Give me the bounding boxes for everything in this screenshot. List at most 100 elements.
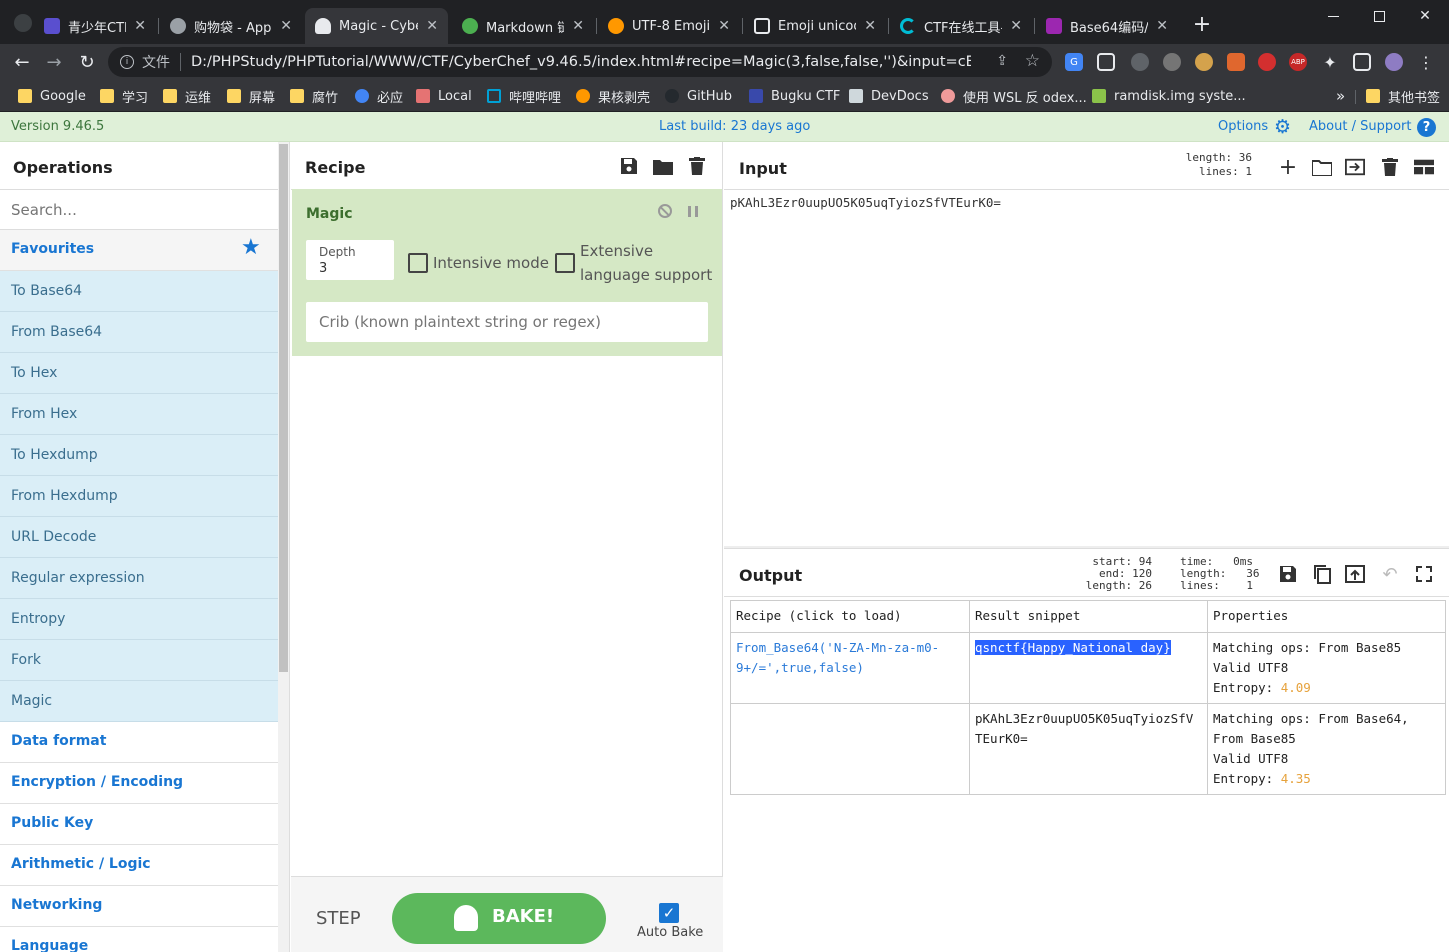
extensive-language-checkbox[interactable]: [555, 253, 575, 273]
extension-icon[interactable]: [1097, 53, 1115, 71]
brave-extension-icon[interactable]: [1227, 53, 1245, 71]
trash-icon[interactable]: [1380, 157, 1400, 177]
category-arithmetic-logic[interactable]: Arithmetic / Logic: [0, 845, 278, 886]
options-link[interactable]: Options: [1218, 119, 1268, 134]
recipe-load-link[interactable]: [730, 703, 970, 795]
star-icon[interactable]: ★: [241, 237, 261, 259]
bookmark-item[interactable]: ramdisk.img syste...: [1092, 84, 1246, 108]
op-url-decode[interactable]: URL Decode: [0, 517, 278, 558]
category-data-format[interactable]: Data format: [0, 722, 278, 763]
translate-extension-icon[interactable]: G: [1065, 53, 1083, 71]
tab-close-icon[interactable]: ✕: [280, 18, 292, 34]
address-input[interactable]: i 文件 D:/PHPStudy/PHPTutorial/WWW/CTF/Cyb…: [108, 47, 1052, 77]
disable-op-icon[interactable]: [658, 204, 672, 218]
bookmark-item[interactable]: 果核剥壳: [576, 84, 650, 108]
tab-search-icon[interactable]: [14, 14, 32, 32]
reload-icon[interactable]: ↻: [73, 48, 101, 76]
open-file-icon[interactable]: [1345, 157, 1365, 177]
operations-search-input[interactable]: [0, 190, 278, 230]
op-regular-expression[interactable]: Regular expression: [0, 558, 278, 599]
add-tab-icon[interactable]: +: [1278, 155, 1298, 180]
gear-icon[interactable]: ⚙: [1274, 117, 1291, 137]
extension-icon[interactable]: [1163, 53, 1181, 71]
category-networking[interactable]: Networking: [0, 886, 278, 927]
depth-field[interactable]: Depth 3: [306, 240, 394, 280]
op-entropy[interactable]: Entropy: [0, 599, 278, 640]
op-fork[interactable]: Fork: [0, 640, 278, 681]
op-from-hexdump[interactable]: From Hexdump: [0, 476, 278, 517]
op-from-hex[interactable]: From Hex: [0, 394, 278, 435]
extension-icon[interactable]: [1131, 53, 1149, 71]
tab-close-icon[interactable]: ✕: [864, 18, 876, 34]
share-icon[interactable]: ⇪: [996, 53, 1008, 69]
bookmark-star-icon[interactable]: ☆: [1025, 51, 1040, 71]
puzzle-extensions-icon[interactable]: ✦: [1321, 53, 1339, 72]
copy-icon[interactable]: [1312, 564, 1332, 584]
category-encryption-encoding[interactable]: Encryption / Encoding: [0, 763, 278, 804]
tab-4[interactable]: UTF-8 Emoji U ✕: [598, 8, 740, 44]
other-bookmarks[interactable]: 其他书签: [1366, 84, 1440, 108]
profile-avatar[interactable]: [1385, 53, 1403, 71]
tab-1[interactable]: 购物袋 - Apple ✕: [160, 8, 302, 44]
bookmark-item[interactable]: 腐竹: [290, 84, 338, 108]
operations-scrollbar[interactable]: [278, 142, 289, 952]
table-row[interactable]: pKAhL3Ezr0uupUO5K05uqTyiozSfV TEurK0= Mat…: [730, 703, 1446, 795]
tab-3[interactable]: Markdown 链接 ✕: [452, 8, 594, 44]
bake-button[interactable]: BAKE!: [392, 893, 606, 944]
tab-5[interactable]: Emoji unicode ✕: [744, 8, 886, 44]
help-icon[interactable]: ?: [1417, 118, 1436, 137]
tab-close-icon[interactable]: ✕: [718, 18, 730, 34]
cookie-extension-icon[interactable]: [1195, 53, 1213, 71]
category-public-key[interactable]: Public Key: [0, 804, 278, 845]
window-close-icon[interactable]: ✕: [1402, 0, 1448, 32]
tab-7[interactable]: Base64编码/解 ✕: [1036, 8, 1178, 44]
folder-open-icon[interactable]: [653, 156, 673, 176]
save-icon[interactable]: [619, 156, 639, 176]
bookmark-item[interactable]: 屏幕: [227, 84, 275, 108]
step-button[interactable]: STEP: [316, 908, 361, 929]
tab-6[interactable]: CTF在线工具-在 ✕: [890, 8, 1032, 44]
info-icon[interactable]: i: [120, 55, 134, 69]
undo-icon[interactable]: ↶: [1380, 564, 1400, 585]
input-textarea[interactable]: pKAhL3Ezr0uupUO5K05uqTyiozSfVTEurK0=: [730, 195, 1001, 210]
bookmark-item[interactable]: 使用 WSL 反 odex...: [941, 84, 1087, 108]
tab-0[interactable]: 青少年CTF训练 ✕: [34, 8, 156, 44]
result-snippet-selected[interactable]: qsnctf{Happy_National day}: [975, 640, 1171, 655]
maximize-icon[interactable]: [1356, 0, 1402, 32]
menu-kebab-icon[interactable]: ⋮: [1417, 53, 1435, 72]
op-to-base64[interactable]: To Base64: [0, 271, 278, 312]
bookmark-item[interactable]: 学习: [100, 84, 148, 108]
bookmark-item[interactable]: 哔哩哔哩: [487, 84, 561, 108]
op-to-hex[interactable]: To Hex: [0, 353, 278, 394]
back-arrow-icon[interactable]: ←: [8, 48, 36, 76]
about-support-link[interactable]: About / Support: [1309, 119, 1411, 134]
bookmark-item[interactable]: Local: [416, 84, 472, 108]
bookmark-item[interactable]: GitHub: [665, 84, 732, 108]
bookmark-item[interactable]: DevDocs: [849, 84, 929, 108]
tab-2-active[interactable]: Magic - Cyber ✕: [305, 8, 448, 44]
stop-extension-icon[interactable]: [1258, 53, 1276, 71]
op-magic[interactable]: Magic: [0, 681, 278, 722]
bookmark-item[interactable]: Bugku CTF: [749, 84, 840, 108]
trash-icon[interactable]: [687, 156, 707, 176]
intensive-mode-checkbox[interactable]: [408, 253, 428, 273]
tab-close-icon[interactable]: ✕: [1156, 18, 1168, 34]
op-to-hexdump[interactable]: To Hexdump: [0, 435, 278, 476]
open-folder-icon[interactable]: [1312, 157, 1332, 177]
tab-close-icon[interactable]: ✕: [134, 18, 146, 34]
bookmark-item[interactable]: Google: [18, 84, 86, 108]
crib-input[interactable]: [306, 302, 708, 342]
maximize-output-icon[interactable]: [1414, 564, 1434, 584]
save-output-icon[interactable]: [1278, 564, 1298, 584]
bookmark-item[interactable]: 运维: [163, 84, 211, 108]
bookmark-item[interactable]: 必应: [355, 84, 403, 108]
tab-close-icon[interactable]: ✕: [426, 18, 438, 34]
auto-bake-checkbox[interactable]: ✓: [659, 903, 679, 923]
forward-arrow-icon[interactable]: →: [40, 48, 68, 76]
category-language[interactable]: Language: [0, 927, 278, 952]
breakpoint-pause-icon[interactable]: [688, 206, 698, 217]
new-tab-button[interactable]: +: [1188, 14, 1216, 38]
recipe-op-magic[interactable]: Magic Depth 3 Intensive mode Extensive l…: [292, 189, 722, 356]
table-row[interactable]: From_Base64('N-ZA-Mn-za-m0- 9+/=',true,fa…: [730, 632, 1446, 704]
adblock-extension-icon[interactable]: ABP: [1289, 53, 1307, 71]
